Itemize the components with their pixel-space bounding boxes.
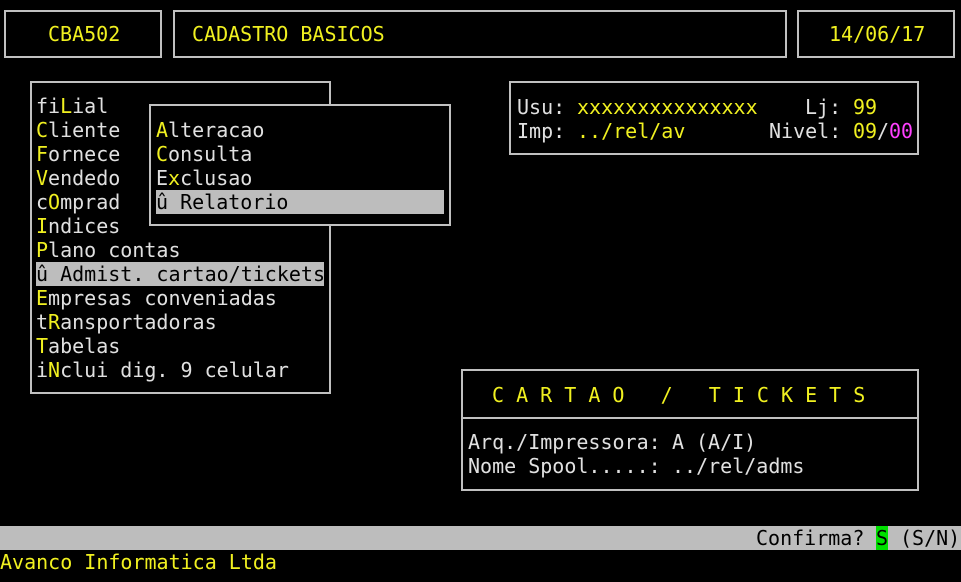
sub-menu-item-prefix: E: [156, 166, 169, 190]
lj-value: 99: [853, 95, 878, 119]
main-menu-item-hotkey: V: [36, 166, 49, 190]
main-menu-item[interactable]: iNclui dig. 9 celular: [36, 358, 289, 382]
page-title: CADASTRO BASICOS: [192, 22, 385, 46]
user-info-box: Usu: xxxxxxxxxxxxxxx Lj: 99 Imp: ../rel/…: [509, 81, 919, 155]
main-menu-item-hotkey: T: [36, 334, 49, 358]
nivel-value-2: 00: [889, 119, 914, 143]
sub-menu-item-label: Relatorio: [180, 190, 289, 214]
sub-menu-item-prefix: û: [156, 190, 181, 214]
sub-menu-item-label: clusao: [180, 166, 253, 190]
report-panel-divider: [463, 417, 917, 419]
main-menu-item-label: liente: [48, 118, 121, 142]
main-menu-item-prefix: fi: [36, 94, 61, 118]
sub-menu-item[interactable]: Alteracao: [156, 118, 264, 142]
sub-menu-item-hotkey: C: [156, 142, 169, 166]
main-menu-item-label: ial: [72, 94, 109, 118]
nivel-separator: /: [877, 119, 890, 143]
main-menu-item-hotkey: C: [36, 118, 49, 142]
main-menu-item-hotkey: N: [48, 358, 61, 382]
main-menu-item-label: Admist. cartao/tickets: [60, 262, 325, 286]
main-menu-item-label: ornece: [48, 142, 121, 166]
main-menu-item[interactable]: Fornece: [36, 142, 120, 166]
sub-menu-item-hotkey: A: [156, 118, 169, 142]
spool-label: Nome Spool.....:: [468, 454, 661, 478]
main-menu-item[interactable]: û Admist. cartao/tickets: [36, 262, 325, 286]
main-menu-item[interactable]: Vendedo: [36, 166, 120, 190]
main-menu-item-label: ndices: [48, 214, 121, 238]
confirm-label: Confirma?: [756, 526, 865, 550]
main-menu-item-hotkey: E: [36, 286, 49, 310]
status-bar: Confirma? S (S/N): [0, 526, 961, 550]
main-menu-item-hotkey: P: [36, 238, 49, 262]
main-menu-item-label: endedo: [48, 166, 121, 190]
main-menu-item-hotkey: L: [60, 94, 73, 118]
sub-menu-item-label: onsulta: [168, 142, 253, 166]
main-menu-item-hotkey: R: [48, 310, 61, 334]
sub-menu-item-hotkey: x: [168, 166, 181, 190]
main-menu-item-label: clui dig. 9 celular: [60, 358, 289, 382]
main-menu-item-hotkey: F: [36, 142, 49, 166]
sub-menu-item[interactable]: Exclusao: [156, 166, 252, 190]
report-panel: C A R T A O / T I C K E T S Arq./Impress…: [461, 369, 919, 491]
main-menu-item-label: ansportadoras: [60, 310, 217, 334]
confirm-input[interactable]: S: [876, 526, 889, 550]
main-menu-item[interactable]: cOmprad: [36, 190, 120, 214]
main-menu-item-prefix: û: [36, 262, 61, 286]
main-menu-item-prefix: t: [36, 310, 49, 334]
program-code-box: CBA502: [4, 10, 162, 58]
main-menu-item[interactable]: Indices: [36, 214, 120, 238]
report-panel-title: C A R T A O / T I C K E T S: [492, 383, 866, 407]
main-menu-item-label: mprad: [60, 190, 121, 214]
arq-label: Arq./Impressora:: [468, 430, 661, 454]
date-box: 14/06/17: [797, 10, 955, 58]
imp-value: ../rel/av: [577, 119, 686, 143]
arq-value-field[interactable]: A: [672, 430, 684, 454]
usu-value: xxxxxxxxxxxxxxx: [577, 95, 758, 119]
sub-menu-item[interactable]: Consulta: [156, 142, 252, 166]
program-code: CBA502: [48, 22, 121, 46]
main-menu-item[interactable]: Plano contas: [36, 238, 181, 262]
usu-label: Usu:: [517, 95, 566, 119]
main-menu-item-label: abelas: [48, 334, 121, 358]
nivel-label: Nivel:: [769, 119, 842, 143]
nivel-value: 09: [853, 119, 878, 143]
main-menu-item[interactable]: Tabelas: [36, 334, 120, 358]
main-menu-item[interactable]: tRansportadoras: [36, 310, 217, 334]
sub-menu-item-label: lteracao: [168, 118, 265, 142]
title-box: CADASTRO BASICOS: [173, 10, 787, 58]
sub-menu-item[interactable]: û Relatorio: [156, 190, 444, 214]
main-menu-item-hotkey: I: [36, 214, 49, 238]
imp-label: Imp:: [517, 119, 566, 143]
main-menu-item[interactable]: fiLial: [36, 94, 108, 118]
main-menu-item-hotkey: O: [48, 190, 61, 214]
confirm-hint: (S/N): [900, 526, 961, 550]
main-menu-item-label: lano contas: [48, 238, 181, 262]
main-menu-item-prefix: i: [36, 358, 49, 382]
arq-hint: (A/I): [696, 430, 757, 454]
company-name: Avanco Informatica Ltda: [0, 550, 277, 574]
lj-label: Lj:: [805, 95, 842, 119]
spool-value-field[interactable]: ../rel/adms: [672, 454, 804, 478]
main-menu-item-prefix: c: [36, 190, 49, 214]
date-display: 14/06/17: [829, 22, 926, 46]
main-menu-item[interactable]: Empresas conveniadas: [36, 286, 277, 310]
main-menu-item-label: mpresas conveniadas: [48, 286, 277, 310]
main-menu-item[interactable]: Cliente: [36, 118, 120, 142]
